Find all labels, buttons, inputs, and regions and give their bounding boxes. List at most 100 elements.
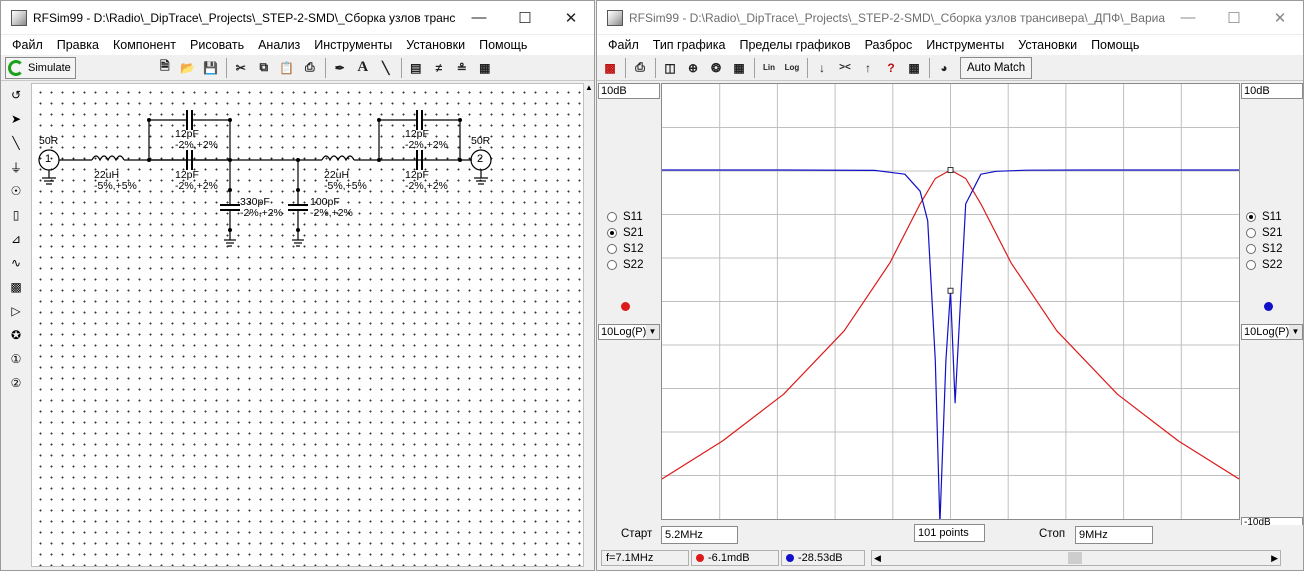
vertical-scrollbar[interactable]: ▲ — [584, 83, 594, 567]
scroll-up-icon[interactable]: ▲ — [584, 83, 594, 93]
schematic-drawing — [38, 110, 492, 247]
start-frequency-input[interactable]: 5.2MHz — [661, 526, 738, 544]
rect-graph-icon[interactable]: ◫ — [659, 57, 681, 79]
schematic-window: RFSim99 - D:\Radio\_DipTrace\_Projects\_… — [0, 0, 595, 571]
minimize-button[interactable]: — — [456, 1, 502, 35]
cut-icon[interactable]: ✂ — [230, 57, 252, 79]
new-file-icon[interactable]: 🗎 — [154, 57, 176, 79]
right-param-group: S11 S21 S12 S22 — [1246, 209, 1282, 273]
right-param-s21[interactable]: S21 — [1246, 225, 1282, 241]
points-input[interactable]: 101 points — [914, 524, 985, 542]
left-scale-top[interactable]: 10dB — [598, 83, 660, 99]
arrow-up-icon[interactable]: ↑ — [857, 57, 879, 79]
menu-analysis[interactable]: Анализ — [251, 35, 307, 55]
menu-file[interactable]: Файл — [5, 35, 50, 55]
stop-label: Стоп — [1039, 528, 1066, 540]
calculator-icon[interactable]: ▤ — [405, 57, 427, 79]
maximize-button[interactable]: ☐ — [502, 1, 548, 35]
zoom-in-icon[interactable]: >< — [834, 57, 856, 79]
menu-graph-type[interactable]: Тип графика — [646, 35, 733, 55]
pen-icon[interactable]: ✒ — [329, 57, 351, 79]
frequency-scrollbar[interactable]: ◀ ▶ — [871, 550, 1281, 566]
app-icon — [11, 9, 27, 26]
monte-carlo-icon[interactable]: ▦ — [903, 57, 925, 79]
line-draw-icon[interactable]: ╲ — [375, 57, 397, 79]
window-title: RFSim99 - D:\Radio\_DipTrace\_Projects\_… — [33, 10, 456, 25]
chevron-down-icon: ▼ — [646, 325, 659, 339]
menu-tools[interactable]: Инструменты — [919, 35, 1011, 55]
close-button[interactable]: ✕ — [548, 1, 594, 35]
open-file-icon[interactable]: 📂 — [177, 57, 199, 79]
smith-chart-icon[interactable]: ⊕ — [682, 57, 704, 79]
log-scale-icon[interactable]: Log — [781, 57, 803, 79]
paste-icon[interactable]: 📋 — [276, 57, 298, 79]
right-scale-top[interactable]: 10dB — [1241, 83, 1303, 99]
port-icon[interactable]: ☉ — [4, 179, 28, 203]
port-2-icon[interactable]: ② — [4, 371, 28, 395]
minimize-button[interactable]: — — [1165, 1, 1211, 35]
s-parameter-plot[interactable] — [661, 83, 1240, 525]
scroll-thumb[interactable] — [1068, 552, 1082, 564]
menu-tools[interactable]: Инструменты — [307, 35, 399, 55]
ground-icon[interactable]: ⏚ — [4, 155, 28, 179]
arrow-down-icon[interactable]: ↓ — [811, 57, 833, 79]
linear-scale-icon[interactable]: Lin — [758, 57, 780, 79]
transformer-icon[interactable]: ▩ — [4, 275, 28, 299]
wire-icon[interactable]: ╲ — [4, 131, 28, 155]
polar-icon[interactable]: ❂ — [705, 57, 727, 79]
menu-help[interactable]: Помощь — [472, 35, 534, 55]
filter-design-icon[interactable]: ≠ — [428, 57, 450, 79]
toolbar-separator — [655, 57, 656, 78]
menu-file[interactable]: Файл — [601, 35, 646, 55]
transmission-line-icon[interactable]: ≗ — [451, 57, 473, 79]
copy-icon[interactable]: ⧉ — [253, 57, 275, 79]
select-arrow-icon[interactable]: ➤ — [4, 107, 28, 131]
menu-component[interactable]: Компонент — [106, 35, 183, 55]
left-param-s11[interactable]: S11 — [607, 209, 643, 225]
right-param-s11[interactable]: S11 — [1246, 209, 1282, 225]
menu-draw[interactable]: Рисовать — [183, 35, 251, 55]
scroll-left-icon[interactable]: ◀ — [874, 551, 881, 565]
menu-edit[interactable]: Правка — [50, 35, 106, 55]
status-red-value: -6.1mdB — [691, 550, 779, 566]
port-1-icon[interactable]: ① — [4, 347, 28, 371]
schematic-canvas[interactable]: 50R 1 22uH -5%,+5% 12pF -2%,+2% 12pF -2%… — [31, 83, 584, 567]
menu-settings[interactable]: Установки — [1011, 35, 1084, 55]
menu-graph-limits[interactable]: Пределы графиков — [732, 35, 857, 55]
table-icon[interactable]: ▦ — [728, 57, 750, 79]
print-icon[interactable]: ⎙ — [629, 57, 651, 79]
close-button[interactable]: ✕ — [1257, 1, 1303, 35]
scroll-right-icon[interactable]: ▶ — [1271, 551, 1278, 565]
amplifier-icon[interactable]: ▷ — [4, 299, 28, 323]
auto-match-button[interactable]: Auto Match — [960, 56, 1033, 79]
left-param-s21[interactable]: S21 — [607, 225, 643, 241]
coupler-icon[interactable]: ✪ — [4, 323, 28, 347]
export-icon[interactable]: ▩ — [599, 57, 621, 79]
rotate-icon[interactable]: ↺ — [4, 83, 28, 107]
stop-frequency-input[interactable]: 9MHz — [1075, 526, 1153, 544]
tune-icon[interactable]: ◕ — [933, 57, 955, 79]
left-format-select[interactable]: 10Log(P) ▼ — [598, 324, 660, 340]
menu-settings[interactable]: Установки — [399, 35, 472, 55]
left-param-s12[interactable]: S12 — [607, 241, 643, 257]
plot-svg — [661, 84, 1240, 525]
maximize-button[interactable]: ☐ — [1211, 1, 1257, 35]
zoom-icon[interactable]: ▦ — [474, 57, 496, 79]
menu-spread[interactable]: Разброс — [858, 35, 920, 55]
window-title: RFSim99 - D:\Radio\_DipTrace\_Projects\_… — [629, 10, 1165, 25]
app-icon — [607, 9, 623, 26]
start-label: Старт — [621, 528, 653, 540]
menu-help[interactable]: Помощь — [1084, 35, 1146, 55]
print-icon[interactable]: ⎙ — [299, 57, 321, 79]
right-format-select[interactable]: 10Log(P) ▼ — [1241, 324, 1303, 340]
text-icon[interactable]: A — [352, 57, 374, 79]
help-icon[interactable]: ? — [880, 57, 902, 79]
capacitor-icon[interactable]: ⊿ — [4, 227, 28, 251]
right-param-s22[interactable]: S22 — [1246, 257, 1282, 273]
resistor-icon[interactable]: ▯ — [4, 203, 28, 227]
simulate-button[interactable]: Simulate — [5, 56, 76, 79]
right-param-s12[interactable]: S12 — [1246, 241, 1282, 257]
left-param-s22[interactable]: S22 — [607, 257, 643, 273]
save-icon[interactable]: 💾 — [200, 57, 222, 79]
inductor-icon[interactable]: ∿ — [4, 251, 28, 275]
